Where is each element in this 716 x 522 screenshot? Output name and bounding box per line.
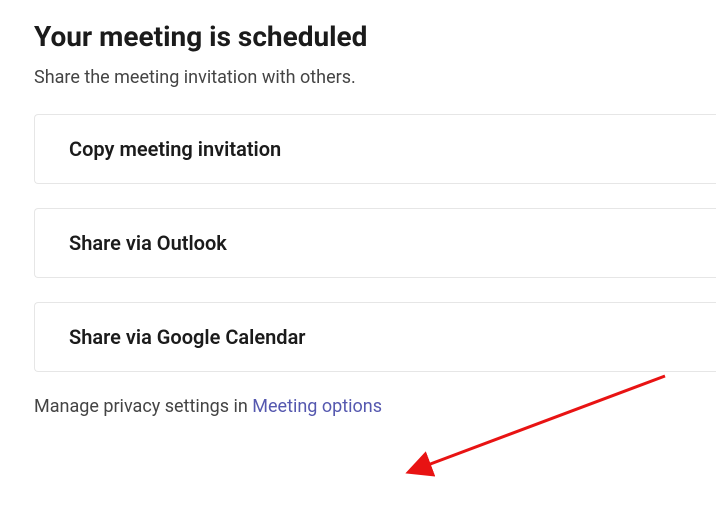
copy-invitation-button[interactable]: Copy meeting invitation: [34, 114, 716, 184]
share-outlook-button[interactable]: Share via Outlook: [34, 208, 716, 278]
share-google-label: Share via Google Calendar: [69, 325, 306, 349]
share-google-button[interactable]: Share via Google Calendar: [34, 302, 716, 372]
footer-prefix: Manage privacy settings in: [34, 396, 252, 417]
privacy-settings-text: Manage privacy settings in Meeting optio…: [34, 396, 716, 417]
page-subtitle: Share the meeting invitation with others…: [34, 67, 716, 88]
copy-invitation-label: Copy meeting invitation: [69, 137, 281, 161]
annotation-arrow-icon: [405, 370, 685, 480]
share-outlook-label: Share via Outlook: [69, 231, 227, 255]
page-title: Your meeting is scheduled: [34, 20, 716, 53]
meeting-options-link[interactable]: Meeting options: [252, 396, 382, 417]
